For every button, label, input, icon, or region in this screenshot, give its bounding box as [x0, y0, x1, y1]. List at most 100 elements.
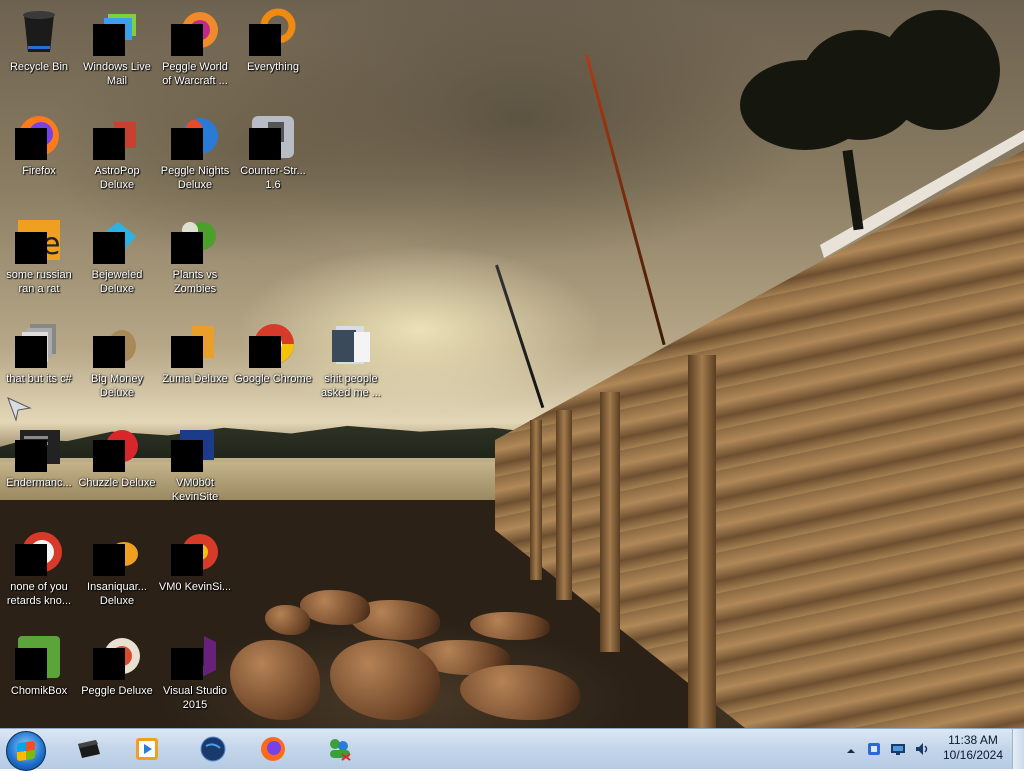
icon-label: VM0 KevinSi...	[158, 581, 232, 593]
folder-icon	[328, 320, 374, 366]
icon-label: Visual Studio 2015	[162, 685, 227, 711]
desktop-icon-plants-vs-zombies[interactable]: Plants vs Zombies	[156, 210, 234, 298]
desktop-icon-peggle-deluxe[interactable]: Peggle Deluxe	[78, 626, 156, 714]
clock-date: 10/16/2024	[942, 748, 1004, 762]
icon-label: some russian ran a rat	[6, 269, 72, 295]
redaction-block	[171, 440, 203, 472]
redaction-block	[15, 648, 47, 680]
mouse-cursor	[6, 396, 32, 422]
show-desktop-button[interactable]	[1012, 729, 1024, 769]
icon-label: Endermanc...	[6, 477, 72, 489]
desktop-icon-endermanc[interactable]: Endermanc...	[0, 418, 78, 506]
desktop-icon-astropop[interactable]: AstroPop Deluxe	[78, 106, 156, 194]
desktop-icon-chuzzle[interactable]: Chuzzle Deluxe	[78, 418, 156, 506]
taskbar-pinned-file-manager[interactable]	[64, 732, 112, 766]
desktop-icon-peggle-wow[interactable]: Peggle World of Warcraft ...	[156, 2, 234, 90]
icon-label: Big Money Deluxe	[91, 373, 143, 399]
wallpaper-fishing-rod	[585, 54, 666, 346]
redaction-block	[93, 24, 125, 56]
desktop-icon-bejeweled[interactable]: Bejeweled Deluxe	[78, 210, 156, 298]
redaction-block	[171, 232, 203, 264]
icon-label: Bejeweled Deluxe	[91, 269, 143, 295]
taskbar-pinned-globe[interactable]	[188, 732, 236, 766]
redaction-block	[171, 648, 203, 680]
recycle-bin-icon	[16, 8, 62, 54]
redaction-block	[171, 24, 203, 56]
redaction-block	[249, 336, 281, 368]
redaction-block	[171, 544, 203, 576]
redaction-block	[171, 336, 203, 368]
redaction-block	[93, 336, 125, 368]
icon-label: Peggle Deluxe	[81, 685, 153, 697]
system-clock[interactable]: 11:38 AM 10/16/2024	[938, 733, 1008, 763]
desktop-icon-everything[interactable]: Everything	[234, 2, 312, 90]
desktop-icon-google-chrome[interactable]: Google Chrome	[234, 314, 312, 402]
redaction-block	[249, 24, 281, 56]
taskbar-pinned-messenger[interactable]	[314, 732, 362, 766]
desktop-icon-chomikbox[interactable]: ChomikBox	[0, 626, 78, 714]
icon-label: that but its c#	[6, 373, 72, 385]
icon-label: Counter-Str... 1.6	[240, 165, 306, 191]
icon-label: Everything	[247, 61, 299, 73]
icon-label: Google Chrome	[234, 373, 312, 385]
icon-label: Insaniquar... Deluxe	[87, 581, 147, 607]
wallpaper-post	[600, 392, 620, 652]
desktop-icon-counter-strike[interactable]: Counter-Str... 1.6	[234, 106, 312, 194]
icon-label: VM0b0t KevinSite	[171, 477, 219, 503]
desktop-icon-insaniquarium[interactable]: Insaniquar... Deluxe	[78, 522, 156, 610]
messenger-icon	[326, 736, 352, 762]
clock-time: 11:38 AM	[948, 733, 998, 747]
desktop-icon-peggle-nights[interactable]: Peggle Nights Deluxe	[156, 106, 234, 194]
icon-label: Recycle Bin	[9, 61, 69, 73]
desktop-icon-big-money[interactable]: Big Money Deluxe	[78, 314, 156, 402]
desktop-icon-some-russian[interactable]: e some russian ran a rat	[0, 210, 78, 298]
desktop-icon-vm0-kevinsite[interactable]: VM0 KevinSi...	[156, 522, 234, 610]
tray-app-icon[interactable]	[866, 741, 882, 757]
redaction-block	[15, 336, 47, 368]
desktop-icon-shit-people-asked[interactable]: shit people asked me ...	[312, 314, 390, 402]
icon-label: Peggle World of Warcraft ...	[162, 61, 228, 87]
icon-label: shit people asked me ...	[321, 373, 381, 399]
desktop-icon-zuma-deluxe[interactable]: Zuma Deluxe	[156, 314, 234, 402]
wallpaper-post	[556, 410, 572, 600]
volume-icon[interactable]	[914, 741, 930, 757]
redaction-block	[93, 648, 125, 680]
redaction-block	[249, 128, 281, 160]
redaction-block	[93, 128, 125, 160]
desktop-icon-none-of-you[interactable]: none of you retards kno...	[0, 522, 78, 610]
wallpaper-tree-trunk	[842, 149, 864, 231]
icon-label: Peggle Nights Deluxe	[160, 165, 230, 191]
redaction-block	[93, 440, 125, 472]
desktop-icon-visual-studio[interactable]: Visual Studio 2015	[156, 626, 234, 714]
desktop-icon-vm0b0t[interactable]: VM0b0t KevinSite	[156, 418, 234, 506]
redaction-block	[15, 544, 47, 576]
icon-label: AstroPop Deluxe	[94, 165, 140, 191]
icon-label: Zuma Deluxe	[162, 373, 228, 385]
wallpaper-post	[530, 420, 542, 580]
wallpaper-post	[688, 355, 716, 728]
desktop-icon-that-but-its-c[interactable]: that but its c#	[0, 314, 78, 402]
firefox-icon	[260, 736, 286, 762]
redaction-block	[171, 128, 203, 160]
desktop-icon-recycle-bin[interactable]: Recycle Bin	[0, 2, 78, 90]
network-icon[interactable]	[890, 741, 906, 757]
globe-icon	[200, 736, 226, 762]
redaction-block	[15, 440, 47, 472]
desktop-icon-windows-live-mail[interactable]: Windows Live Mail	[78, 2, 156, 90]
taskbar-pinned-firefox[interactable]	[248, 732, 296, 766]
icon-label: Firefox	[22, 165, 56, 177]
wallpaper-tree	[880, 10, 1000, 130]
redaction-block	[93, 232, 125, 264]
taskbar-pinned-media-player[interactable]	[122, 732, 170, 766]
redaction-block	[15, 232, 47, 264]
redaction-block	[15, 128, 47, 160]
taskbar: 11:38 AM 10/16/2024	[0, 728, 1024, 771]
icon-label: none of you retards kno...	[6, 581, 72, 607]
wallpaper-fishing-rod	[495, 264, 545, 409]
icon-label: Chuzzle Deluxe	[78, 477, 156, 489]
media-player-icon	[134, 736, 160, 762]
desktop-icon-firefox[interactable]: Firefox	[0, 106, 78, 194]
show-hidden-icons-chevron-icon[interactable]	[846, 743, 856, 753]
start-button[interactable]	[6, 731, 46, 771]
redaction-block	[93, 544, 125, 576]
